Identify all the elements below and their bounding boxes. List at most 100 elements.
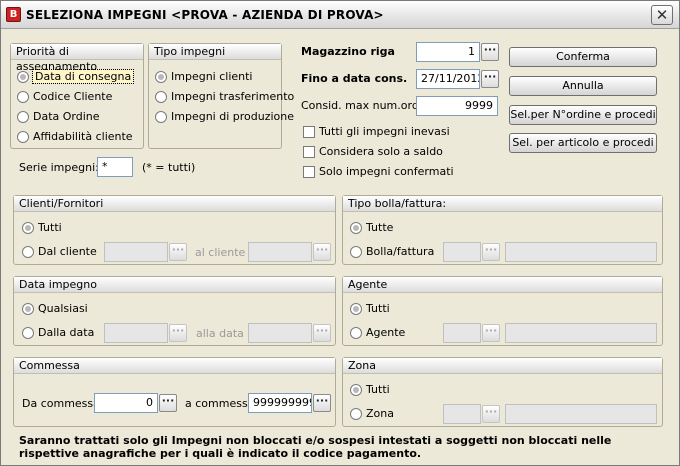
a-commessa-lookup-button[interactable]: ··· [313,394,331,412]
priority-option-affidabilita[interactable]: Affidabilità cliente [17,130,133,143]
serie-input[interactable]: * [97,157,133,177]
priority-group-title: Priorità di assegnamento [11,44,143,73]
bolla-option-selezione[interactable]: Bolla/fattura [350,245,434,258]
dalla-data-input[interactable] [104,323,168,343]
bolla-option-label: Tutte [366,221,394,234]
radio-icon[interactable] [350,407,362,420]
tipo-impegni-option-produzione[interactable]: Impegni di produzione [155,110,294,123]
agente-option-selezione[interactable]: Agente [350,326,405,339]
dal-cliente-input[interactable] [104,242,168,262]
al-cliente-lookup-button[interactable]: ··· [313,243,331,261]
agente-description-field [505,323,657,343]
a-commessa-label: a commessa [185,397,255,410]
sel-ordine-button[interactable]: Sel.per N°ordine e procedi [509,105,657,125]
radio-icon-selected[interactable] [22,221,34,234]
al-cliente-label: al cliente [195,246,246,259]
radio-icon[interactable] [155,110,167,123]
dalla-data-calendar-button[interactable]: ··· [169,324,187,342]
radio-icon-selected[interactable] [22,302,34,315]
radio-icon[interactable] [17,110,29,123]
zona-option-label: Zona [366,407,394,420]
tipo-impegni-option-label: Impegni trasferimento [171,90,295,103]
tipo-impegni-group: Tipo impegni Impegni clienti Impegni tra… [148,43,294,149]
radio-icon[interactable] [17,90,29,103]
data-impegno-group: Data impegno Qualsiasi Dalla data ··· al… [13,276,336,346]
close-icon: ✕ [655,6,669,24]
da-commessa-label: Da commessa [22,397,100,410]
data-impegno-option-dalla-data[interactable]: Dalla data [22,326,94,339]
alla-data-calendar-button[interactable]: ··· [313,324,331,342]
alla-data-input[interactable] [248,323,312,343]
priority-option-label: Data Ordine [33,110,100,123]
tipo-impegni-option-trasferimento[interactable]: Impegni trasferimento [155,90,294,103]
data-impegno-group-title: Data impegno [14,277,335,293]
radio-icon[interactable] [350,326,362,339]
clienti-group-title: Clienti/Fornitori [14,196,335,212]
zona-option-selezione[interactable]: Zona [350,407,394,420]
checkbox-icon[interactable] [303,165,315,178]
magazzino-label: Magazzino riga [301,45,395,58]
tipo-impegni-option-label: Impegni clienti [171,70,253,83]
radio-icon[interactable] [350,245,362,258]
magazzino-input[interactable]: 1 [416,42,480,62]
bolla-group: Tipo bolla/fattura: Tutte Bolla/fattura … [342,195,663,265]
priority-option-data-ordine[interactable]: Data Ordine [17,110,100,123]
bolla-description-field [505,242,657,262]
priority-option-label: Affidabilità cliente [33,130,133,143]
conferma-button[interactable]: Conferma [509,47,657,67]
radio-icon[interactable] [17,130,29,143]
tutti-inevasi-label: Tutti gli impegni inevasi [319,125,450,138]
zona-group: Zona Tutti Zona ··· [342,357,663,427]
radio-icon[interactable] [22,326,34,339]
dal-cliente-lookup-button[interactable]: ··· [169,243,187,261]
footer-note: Saranno trattati solo gli Impegni non bl… [19,434,612,460]
serie-label: Serie impegni: [19,161,99,174]
a-commessa-input[interactable]: 999999999 [248,393,312,413]
magazzino-lookup-button[interactable]: ··· [481,43,499,61]
radio-icon[interactable] [22,245,34,258]
zona-lookup-button[interactable]: ··· [482,405,500,423]
commessa-group-title: Commessa [14,358,335,374]
title-bar[interactable]: B SELEZIONA IMPEGNI <PROVA - AZIENDA DI … [1,1,679,29]
fino-data-input[interactable]: 27/11/2012 [416,69,480,89]
bolla-group-title: Tipo bolla/fattura: [343,196,662,212]
checkbox-icon[interactable] [303,145,315,158]
fino-data-label: Fino a data cons. [301,72,408,85]
bolla-lookup-button[interactable]: ··· [482,243,500,261]
bolla-code-input[interactable] [443,242,481,262]
close-button[interactable]: ✕ [651,5,673,25]
consid-input[interactable]: 9999 [416,96,498,116]
al-cliente-input[interactable] [248,242,312,262]
bolla-option-tutte[interactable]: Tutte [350,221,393,234]
priority-option-codice-cliente[interactable]: Codice Cliente [17,90,112,103]
agente-lookup-button[interactable]: ··· [482,324,500,342]
radio-icon-selected[interactable] [350,221,362,234]
radio-icon[interactable] [155,90,167,103]
tutti-inevasi-checkbox[interactable]: Tutti gli impegni inevasi [303,125,450,138]
agente-code-input[interactable] [443,323,481,343]
fino-data-calendar-button[interactable]: ··· [481,70,499,88]
priority-option-data-consegna[interactable]: Data di consegna [17,69,135,84]
da-commessa-input[interactable]: 0 [94,393,158,413]
da-commessa-lookup-button[interactable]: ··· [159,394,177,412]
agente-option-tutti[interactable]: Tutti [350,302,390,315]
annulla-button[interactable]: Annulla [509,76,657,96]
radio-icon-selected[interactable] [350,383,362,396]
tipo-impegni-group-title: Tipo impegni [149,44,281,60]
agente-group: Agente Tutti Agente ··· [342,276,663,346]
solo-saldo-checkbox[interactable]: Considera solo a saldo [303,145,443,158]
radio-icon-selected[interactable] [17,70,29,83]
commessa-group: Commessa Da commessa 0 ··· a commessa 99… [13,357,336,427]
tipo-impegni-option-clienti[interactable]: Impegni clienti [155,70,253,83]
clienti-option-tutti[interactable]: Tutti [22,221,62,234]
solo-confermati-checkbox[interactable]: Solo impegni confermati [303,165,454,178]
agente-group-title: Agente [343,277,662,293]
radio-icon-selected[interactable] [155,70,167,83]
sel-articolo-button[interactable]: Sel. per articolo e procedi [509,133,657,153]
radio-icon-selected[interactable] [350,302,362,315]
zona-code-input[interactable] [443,404,481,424]
clienti-option-dal-cliente[interactable]: Dal cliente [22,245,97,258]
data-impegno-option-qualsiasi[interactable]: Qualsiasi [22,302,88,315]
checkbox-icon[interactable] [303,125,315,138]
zona-option-tutti[interactable]: Tutti [350,383,390,396]
